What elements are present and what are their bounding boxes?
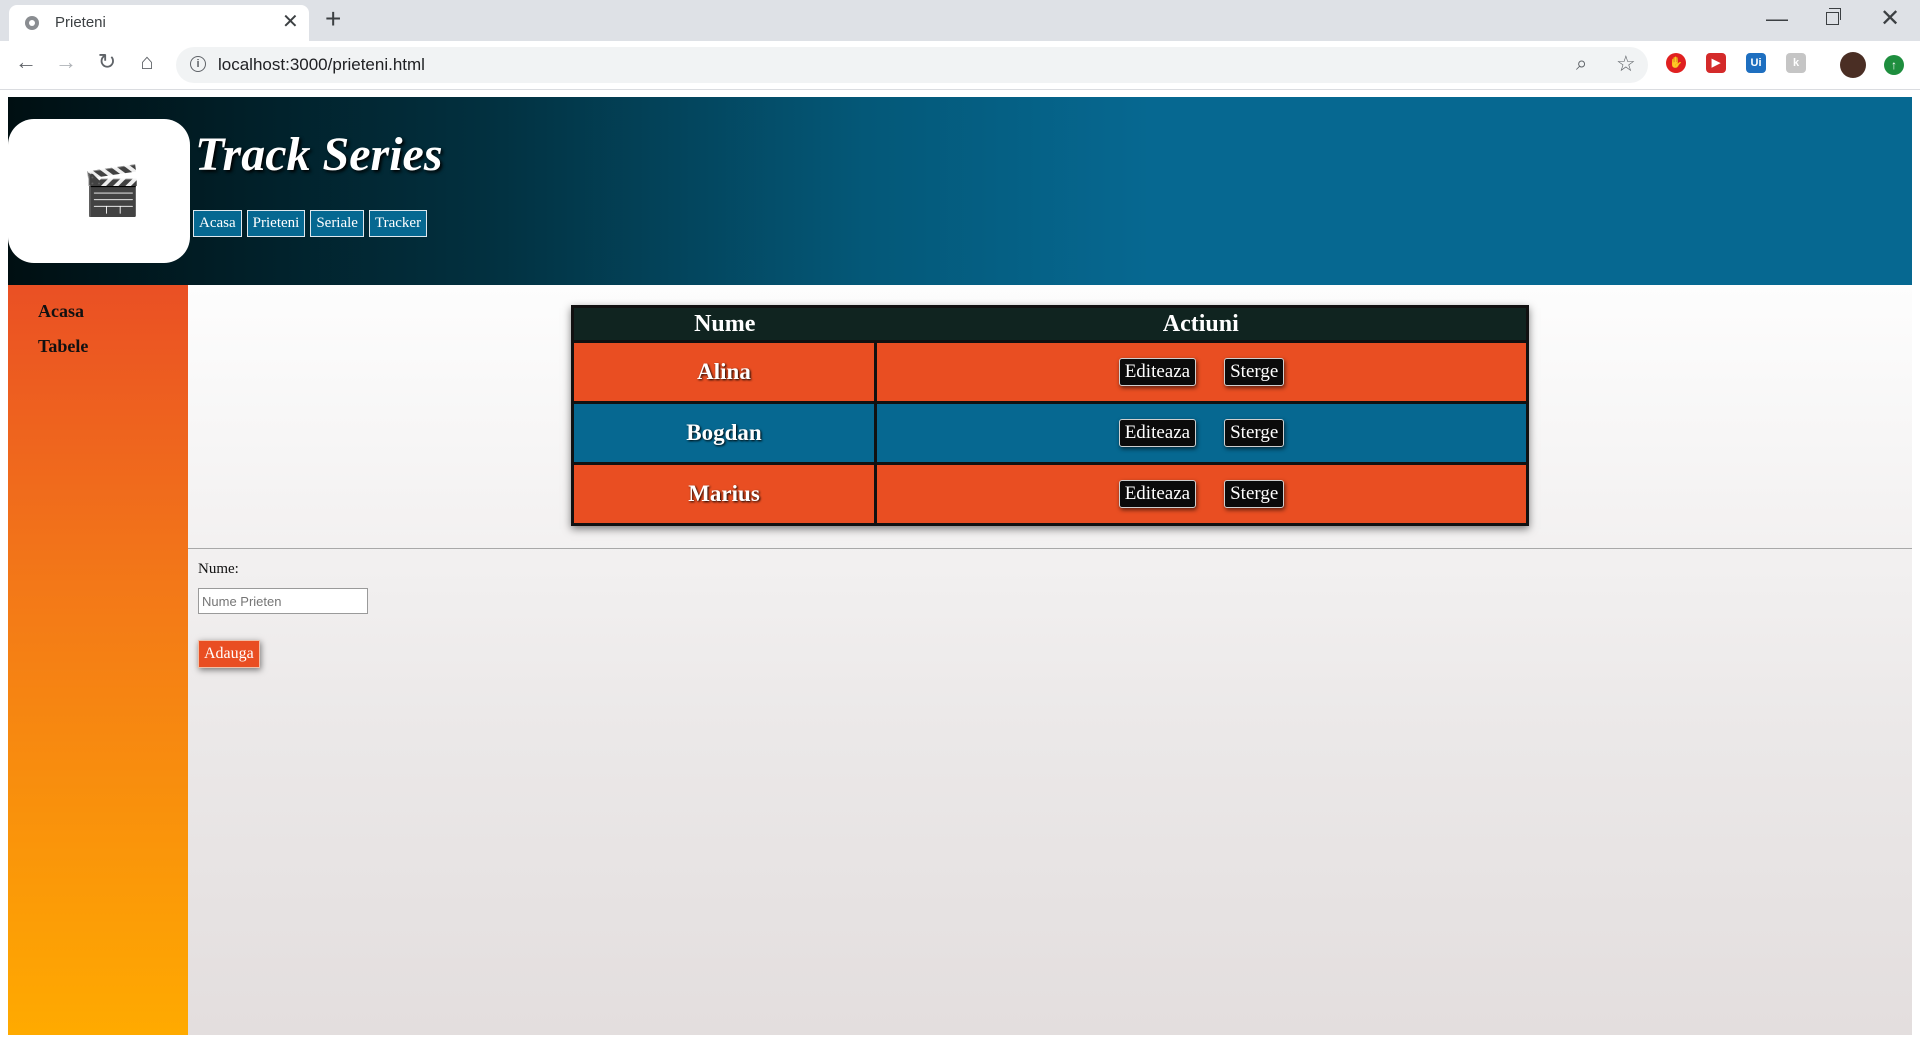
- avatar[interactable]: [1840, 52, 1866, 78]
- globe-icon: [25, 16, 39, 30]
- zoom-icon[interactable]: ⌕: [1576, 53, 1587, 76]
- main-content: Nume Actiuni Alina Editeaza Sterge Bogda…: [188, 285, 1912, 1035]
- back-arrow-icon[interactable]: ←: [12, 49, 40, 75]
- restore-icon[interactable]: [1826, 8, 1841, 25]
- nav-link-seriale[interactable]: Seriale: [310, 210, 364, 237]
- column-header-actiuni: Actiuni: [875, 306, 1528, 342]
- forward-arrow-icon[interactable]: →: [52, 49, 80, 75]
- edit-button[interactable]: Editeaza: [1118, 419, 1197, 447]
- info-icon[interactable]: i: [190, 56, 206, 72]
- sidebar-item-acasa[interactable]: Acasa: [38, 301, 84, 322]
- actions-cell: Editeaza Sterge: [874, 401, 1529, 465]
- delete-button[interactable]: Sterge: [1224, 419, 1285, 447]
- divider: [188, 548, 1912, 549]
- ui-extension-icon[interactable]: Ui: [1746, 53, 1766, 73]
- friend-name: Marius: [571, 462, 877, 526]
- top-navigation: Acasa Prieteni Seriale Tracker: [193, 210, 428, 237]
- edit-button[interactable]: Editeaza: [1118, 480, 1197, 508]
- delete-button[interactable]: Sterge: [1224, 480, 1285, 508]
- table-row: Marius Editeaza Sterge: [571, 462, 1529, 526]
- browser-toolbar: ← → ↻ ⌂ i localhost:3000/prieteni.html ⌕…: [0, 41, 1920, 90]
- name-field-label: Nume:: [198, 561, 239, 577]
- column-header-nume: Nume: [572, 306, 876, 342]
- minimize-icon[interactable]: —: [1766, 6, 1788, 32]
- browser-tab-bar: Prieteni ✕ + — ✕: [0, 0, 1920, 41]
- browser-tab[interactable]: Prieteni ✕: [9, 5, 309, 41]
- add-button[interactable]: Adauga: [198, 640, 260, 668]
- table-row: Alina Editeaza Sterge: [571, 340, 1529, 404]
- friend-name: Bogdan: [571, 401, 877, 465]
- nav-link-tracker[interactable]: Tracker: [368, 210, 428, 237]
- nav-link-prieteni[interactable]: Prieteni: [246, 210, 306, 237]
- update-arrow-icon[interactable]: ↑: [1884, 55, 1904, 75]
- grey-extension-icon[interactable]: k: [1786, 53, 1806, 73]
- logo: 🎬: [8, 119, 190, 263]
- edit-button[interactable]: Editeaza: [1118, 358, 1197, 386]
- plus-icon[interactable]: +: [325, 3, 341, 35]
- friends-table: Nume Actiuni Alina Editeaza Sterge Bogda…: [571, 305, 1529, 526]
- actions-cell: Editeaza Sterge: [874, 340, 1529, 404]
- url-text[interactable]: localhost:3000/prieteni.html: [218, 55, 425, 75]
- friend-name: Alina: [571, 340, 877, 404]
- video-extension-icon[interactable]: ▶: [1706, 53, 1726, 73]
- site-header: 🎬 Track Series Acasa Prieteni Seriale Tr…: [8, 97, 1912, 285]
- home-icon[interactable]: ⌂: [133, 49, 161, 75]
- sidebar-item-tabele[interactable]: Tabele: [38, 336, 88, 357]
- friend-name-input[interactable]: [198, 588, 368, 614]
- address-bar[interactable]: i localhost:3000/prieteni.html ⌕ ☆: [176, 47, 1648, 83]
- delete-button[interactable]: Sterge: [1224, 358, 1285, 386]
- close-icon[interactable]: ✕: [282, 9, 299, 34]
- star-icon[interactable]: ☆: [1616, 51, 1636, 77]
- sidebar: Acasa Tabele: [8, 285, 188, 1035]
- adblock-extension-icon[interactable]: ✋: [1666, 53, 1686, 73]
- reload-icon[interactable]: ↻: [93, 49, 121, 75]
- window-close-icon[interactable]: ✕: [1880, 4, 1900, 33]
- page: 🎬 Track Series Acasa Prieteni Seriale Tr…: [8, 97, 1912, 1035]
- clapperboard-icon: 🎬: [82, 165, 142, 218]
- nav-link-acasa[interactable]: Acasa: [193, 210, 242, 237]
- site-title: Track Series: [195, 128, 443, 181]
- table-row: Bogdan Editeaza Sterge: [571, 401, 1529, 465]
- tab-title: Prieteni: [55, 14, 106, 31]
- actions-cell: Editeaza Sterge: [874, 462, 1529, 526]
